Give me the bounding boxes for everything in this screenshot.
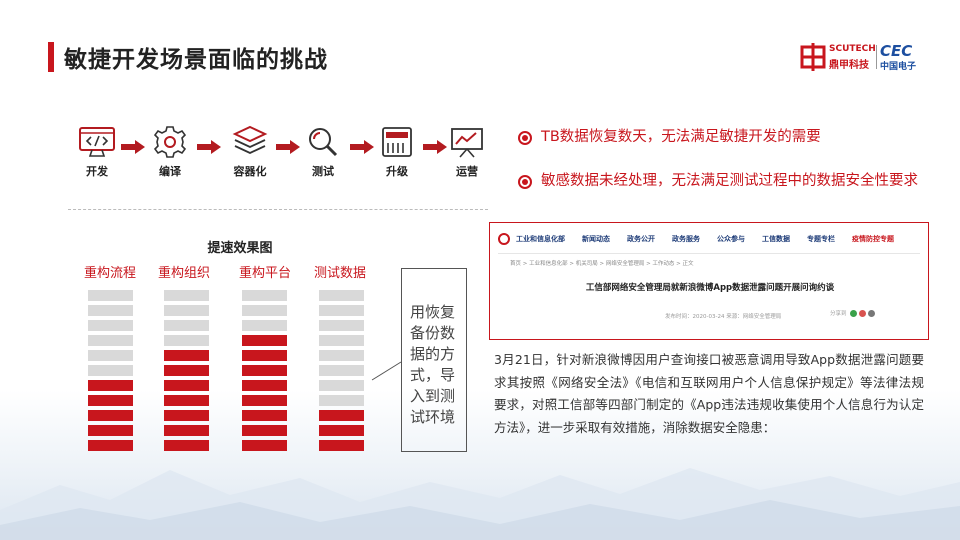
empty-block: [164, 335, 209, 346]
webpage-headline: 工信部网络安全管理局就新浪微博App数据泄露问题开展问询约谈: [585, 283, 835, 293]
step-label: 升级: [386, 165, 408, 178]
chart-title: 提速效果图: [207, 241, 273, 256]
webpage-breadcrumb: 首页 > 工业和信息化部 > 机关司局 > 网络安全管理局 > 工作动态 > 正…: [510, 261, 694, 267]
news-paragraph: 3月21日，针对新浪微博因用户查询接口被恶意调用导致App数据泄露问题要求其按照…: [494, 352, 924, 435]
step-test: 测试: [298, 125, 348, 179]
empty-block: [88, 305, 133, 316]
nav-item: 工业和信息化部: [516, 235, 565, 243]
step-compile: 编译: [145, 125, 195, 179]
filled-block: [164, 365, 209, 376]
logo-mark-icon: [800, 43, 826, 71]
column-label: 重构平台: [238, 266, 291, 281]
column-label: 重构流程: [83, 266, 136, 281]
filled-block: [242, 365, 287, 376]
bullet-icon: [518, 175, 532, 189]
step-label: 运营: [456, 165, 478, 178]
step-operate: 运营: [442, 125, 492, 179]
logo-brand-en: SCUTECH: [829, 44, 876, 54]
nav-item: 工信数据: [762, 235, 790, 243]
ministry-logo-icon: [498, 233, 510, 245]
nav-item: 政务服务: [672, 235, 700, 243]
nav-item: 专题专栏: [807, 235, 835, 243]
flow-arrow-icon: [350, 140, 374, 154]
empty-block: [88, 290, 133, 301]
callout-note: 用恢复备份数据的方式，导入到测试环境: [401, 268, 467, 452]
bullet-icon: [518, 131, 532, 145]
step-containerize: 容器化: [225, 125, 275, 179]
flow-arrow-icon: [197, 140, 221, 154]
empty-block: [88, 320, 133, 331]
flow-arrow-icon: [121, 140, 145, 154]
server-icon: [382, 127, 412, 157]
nav-item: 新闻动态: [582, 235, 610, 243]
weibo-icon: [858, 309, 866, 317]
print-icon: [867, 309, 875, 317]
filled-block: [242, 350, 287, 361]
empty-block: [319, 335, 364, 346]
empty-block: [319, 290, 364, 301]
wechat-icon: [849, 309, 857, 317]
webpage-divider: [498, 253, 920, 254]
empty-block: [88, 335, 133, 346]
step-label: 容器化: [233, 165, 267, 178]
empty-block: [319, 305, 364, 316]
challenge-item: TB数据恢复数天，无法满足敏捷开发的需要: [518, 127, 931, 147]
empty-block: [88, 350, 133, 361]
webpage-share: 分享到: [830, 309, 877, 317]
share-label: 分享到: [830, 311, 847, 317]
page-title: 敏捷开发场景面临的挑战: [64, 47, 328, 73]
presentation-chart-icon: [451, 128, 483, 158]
empty-block: [242, 305, 287, 316]
step-upgrade: 升级: [372, 125, 422, 179]
section-divider: [68, 209, 488, 210]
code-monitor-icon: [79, 127, 115, 157]
filled-block: [164, 350, 209, 361]
logo-separator: [876, 45, 877, 69]
logo-brand-cn: 鼎甲科技: [829, 60, 869, 71]
container-stack-icon: [232, 125, 268, 154]
challenge-text: 敏感数据未经处理，无法满足测试过程中的数据安全性要求: [541, 173, 918, 189]
webpage-meta: 发布时间：2020-03-24 来源：网络安全管理局: [665, 314, 782, 320]
empty-block: [88, 365, 133, 376]
empty-block: [164, 320, 209, 331]
empty-block: [164, 305, 209, 316]
column-label: 测试数据: [313, 266, 366, 281]
filled-block: [242, 335, 287, 346]
nav-item: 疫情防控专题: [852, 235, 894, 243]
empty-block: [242, 320, 287, 331]
step-develop: 开发: [72, 125, 122, 179]
flow-arrow-icon: [276, 140, 300, 154]
company-logo: SCUTECH 鼎甲科技 CEC 中国电子: [800, 42, 920, 73]
logo-partner-cn: 中国电子: [880, 62, 917, 72]
column-label: 重构组织: [157, 266, 210, 281]
webpage-nav: 工业和信息化部 新闻动态 政务公开 政务服务 公众参与 工信数据 专题专栏 疫情…: [498, 228, 920, 250]
empty-block: [242, 290, 287, 301]
nav-item: 政务公开: [627, 235, 655, 243]
magnifier-icon: [309, 128, 338, 157]
empty-block: [319, 365, 364, 376]
logo-partner-en: CEC: [880, 42, 913, 60]
challenge-text: TB数据恢复数天，无法满足敏捷开发的需要: [541, 129, 821, 145]
challenge-item: 敏感数据未经处理，无法满足测试过程中的数据安全性要求: [518, 171, 931, 191]
title-accent-bar: [48, 42, 54, 72]
news-webpage-screenshot: 工业和信息化部 新闻动态 政务公开 政务服务 公众参与 工信数据 专题专栏 疫情…: [489, 222, 929, 340]
empty-block: [319, 320, 364, 331]
empty-block: [319, 350, 364, 361]
step-label: 编译: [159, 165, 181, 178]
step-label: 测试: [312, 165, 334, 178]
nav-item: 公众参与: [717, 235, 745, 243]
gear-icon: [153, 126, 187, 158]
empty-block: [164, 290, 209, 301]
step-label: 开发: [86, 165, 108, 178]
